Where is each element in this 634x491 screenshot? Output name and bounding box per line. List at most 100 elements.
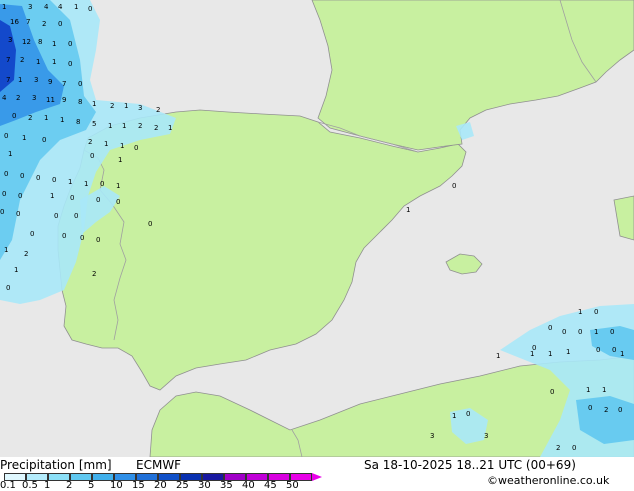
precip-value-label: 0 <box>4 170 8 178</box>
precip-value-label: 2 <box>156 106 160 114</box>
precip-value-label: 1 <box>52 40 56 48</box>
precip-value-label: 0 <box>4 132 8 140</box>
precip-value-label: 2 <box>16 94 20 102</box>
precip-value-label: 2 <box>20 56 24 64</box>
precip-value-label: 0 <box>100 180 104 188</box>
precip-value-label: 2 <box>92 270 96 278</box>
precip-value-label: 1 <box>620 350 624 358</box>
legend-tick-label: 1 <box>44 480 51 491</box>
precip-value-label: 1 <box>18 76 22 84</box>
precip-value-label: 0 <box>578 328 582 336</box>
precip-value-label: 12 <box>22 38 31 46</box>
precip-value-label: 2 <box>604 406 608 414</box>
precip-value-label: 1 <box>68 178 72 186</box>
credit: ©weatheronline.co.uk <box>487 474 610 487</box>
precip-value-label: 1 <box>118 156 122 164</box>
precip-value-label: 0 <box>62 232 66 240</box>
precip-value-label: 1 <box>2 3 6 11</box>
precip-value-label: 0 <box>36 174 40 182</box>
precip-value-label: 0 <box>0 208 4 216</box>
precip-value-label: 0 <box>78 80 82 88</box>
precip-value-label: 1 <box>168 124 172 132</box>
precip-value-label: 0 <box>42 136 46 144</box>
precip-value-label: 2 <box>42 20 46 28</box>
precip-value-label: 8 <box>38 38 42 46</box>
precip-value-label: 7 <box>6 76 10 84</box>
precip-value-label: 0 <box>30 230 34 238</box>
precip-value-label: 0 <box>116 198 120 206</box>
precip-value-label: 0 <box>466 410 470 418</box>
precip-value-label: 0 <box>2 190 6 198</box>
precip-value-label: 0 <box>88 5 92 13</box>
precip-value-label: 3 <box>8 36 12 44</box>
precip-value-label: 1 <box>92 100 96 108</box>
precip-value-label: 2 <box>24 250 28 258</box>
precip-value-label: 3 <box>484 432 488 440</box>
legend-tick-label: 25 <box>176 480 189 491</box>
precip-value-label: 2 <box>88 138 92 146</box>
precip-value-label: 0 <box>96 196 100 204</box>
legend-tick-label: 2 <box>66 480 73 491</box>
legend-arrow-icon <box>312 473 322 481</box>
precip-value-label: 0 <box>54 212 58 220</box>
precip-value-label: 0 <box>20 172 24 180</box>
legend-tick-label: 5 <box>88 480 95 491</box>
precip-value-label: 0 <box>70 194 74 202</box>
precip-value-label: 0 <box>562 328 566 336</box>
precip-value-label: 0 <box>52 176 56 184</box>
precip-value-label: 1 <box>122 122 126 130</box>
precip-value-label: 1 <box>124 102 128 110</box>
precip-value-label: 0 <box>594 308 598 316</box>
model-name: ECMWF <box>136 458 182 472</box>
precip-value-label: 1 <box>594 328 598 336</box>
precip-value-label: 0 <box>68 40 72 48</box>
precip-value-label: 1 <box>406 206 410 214</box>
legend-tick-label: 20 <box>154 480 167 491</box>
precip-value-label: 1 <box>84 180 88 188</box>
legend-tick-label: 0.1 <box>0 480 16 491</box>
precip-value-label: 2 <box>28 114 32 122</box>
precip-value-label: 1 <box>496 352 500 360</box>
precip-value-label: 0 <box>610 328 614 336</box>
precip-value-label: 5 <box>92 120 96 128</box>
precip-value-label: 1 <box>4 246 8 254</box>
precip-value-label: 0 <box>612 346 616 354</box>
precip-value-label: 1 <box>548 350 552 358</box>
precip-value-label: 0 <box>90 152 94 160</box>
precip-value-label: 4 <box>58 3 63 11</box>
precip-value-label: 4 <box>2 94 7 102</box>
precip-value-label: 1 <box>602 386 606 394</box>
precip-value-label: 1 <box>530 350 534 358</box>
precip-value-label: 1 <box>44 114 48 122</box>
legend-tick-label: 45 <box>264 480 277 491</box>
precip-value-label: 2 <box>154 124 158 132</box>
precip-value-label: 3 <box>32 94 36 102</box>
legend-tick-label: 10 <box>110 480 123 491</box>
precip-value-label: 1 <box>586 386 590 394</box>
precip-value-label: 1 <box>74 3 78 11</box>
precip-value-label: 3 <box>430 432 434 440</box>
valid-datetime: Sa 18-10-2025 18..21 UTC (00+69) <box>364 458 576 472</box>
precip-value-label: 1 <box>104 140 108 148</box>
precip-value-label: 1 <box>8 150 12 158</box>
precip-value-label: 3 <box>34 76 38 84</box>
precip-value-label: 0 <box>618 406 622 414</box>
precip-value-label: 1 <box>452 412 456 420</box>
precip-value-label: 1 <box>14 266 18 274</box>
precip-value-label: 1 <box>52 58 56 66</box>
precip-value-label: 1 <box>36 58 40 66</box>
precipitation-map: 1 3 4 4 1 016 7 2 03 12 8 1 07 2 1 1 07 1 3 9 7 04 2 3 11 9 8 1 2 1 3 2… <box>0 0 634 457</box>
precip-value-label: 0 <box>18 192 22 200</box>
precip-value-label: 9 <box>62 96 66 104</box>
precip-value-label: 0 <box>16 210 20 218</box>
precip-value-label: 1 <box>22 134 26 142</box>
precip-value-label: 1 <box>566 348 570 356</box>
legend-tick-label: 40 <box>242 480 255 491</box>
precip-value-label: 3 <box>28 3 32 11</box>
precip-value-label: 1 <box>60 116 64 124</box>
precip-value-label: 1 <box>116 182 120 190</box>
precip-value-label: 16 <box>10 18 19 26</box>
precip-value-label: 0 <box>596 346 600 354</box>
precip-value-label: 7 <box>62 80 66 88</box>
precip-value-label: 0 <box>58 20 62 28</box>
